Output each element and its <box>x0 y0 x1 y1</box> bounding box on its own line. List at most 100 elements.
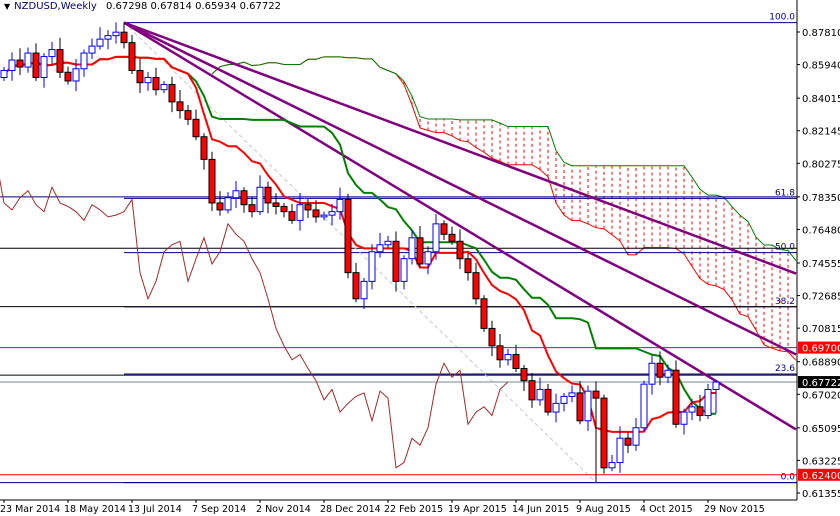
candle-body <box>688 406 696 413</box>
candle-body <box>344 198 352 274</box>
y-tick-label: 0.65095 <box>802 424 840 435</box>
bull-candle <box>632 417 640 451</box>
candle-body <box>600 397 608 469</box>
bear-candle <box>56 37 64 79</box>
bull-candle <box>144 71 152 91</box>
fib-level-label: 23.6 <box>775 364 795 374</box>
bull-candle <box>88 38 96 59</box>
bull-candle <box>256 175 264 216</box>
bear-candle <box>200 133 208 170</box>
candle-body <box>696 406 704 417</box>
y-tick-label: 0.70815 <box>802 324 840 335</box>
x-tick-label: 22 Feb 2015 <box>384 504 443 515</box>
bear-candle <box>392 231 400 292</box>
candle-body <box>16 59 24 68</box>
candle-body <box>200 136 208 160</box>
level-price-tag: 0.62400 <box>802 471 840 482</box>
candle-body <box>64 71 72 82</box>
candle-body <box>192 118 200 138</box>
candle-body <box>88 45 96 54</box>
candle-body <box>376 244 384 253</box>
bear-candle <box>216 191 224 216</box>
x-tick-label: 18 May 2014 <box>64 504 126 515</box>
bull-candle <box>616 426 624 473</box>
bear-candle <box>352 262 360 303</box>
candle-body <box>632 427 640 446</box>
x-tick-label: 14 Jun 2015 <box>512 504 569 515</box>
y-tick-label: 0.82145 <box>802 127 840 138</box>
x-tick-label: 19 Apr 2015 <box>448 504 507 515</box>
candle-body <box>0 70 8 78</box>
candle-body <box>160 83 168 91</box>
bear-candle <box>136 58 144 93</box>
candle-body <box>544 388 552 413</box>
candle-body <box>640 383 648 429</box>
candle-body <box>400 258 408 282</box>
candle-body <box>528 380 536 401</box>
bear-candle <box>480 295 488 332</box>
y-tick-label: 0.80275 <box>802 159 840 170</box>
price-chart[interactable]: 100.061.850.038.223.60.0 0.878100.859400… <box>0 0 840 516</box>
candle-body <box>120 31 128 44</box>
candle-body <box>456 240 464 260</box>
bear-candle <box>520 365 528 391</box>
bull-candle <box>160 80 168 94</box>
bull-candle <box>712 380 720 414</box>
candle-body <box>264 186 272 204</box>
y-tick-label: 0.61355 <box>802 489 840 500</box>
candle-body <box>440 223 448 235</box>
bull-candle <box>360 277 368 310</box>
candle-body <box>536 388 544 401</box>
bear-candle <box>152 67 160 96</box>
candle-body <box>136 70 144 84</box>
candle-body <box>72 68 80 82</box>
x-tick-label: 7 Sep 2014 <box>192 504 246 515</box>
candle-body <box>464 258 472 274</box>
bear-candle <box>464 253 472 281</box>
candle-body <box>560 395 568 404</box>
bear-candle <box>128 34 136 74</box>
bear-candle <box>488 320 496 357</box>
candle-body <box>232 190 240 199</box>
candle-body <box>672 369 680 425</box>
candle-body <box>56 49 64 73</box>
candle-body <box>168 83 176 103</box>
fib-level-label: 38.2 <box>775 297 795 307</box>
candle-body <box>256 186 264 213</box>
candle-body <box>24 52 32 68</box>
candle-body <box>104 35 112 40</box>
bull-candle <box>48 41 56 65</box>
x-tick-label: 2 Nov 2014 <box>256 504 311 515</box>
bull-candle <box>40 53 48 88</box>
candle-body <box>8 59 16 72</box>
candle-body <box>368 251 376 282</box>
candle-body <box>424 251 432 265</box>
bear-candle <box>672 360 680 428</box>
bull-candle <box>232 180 240 209</box>
candle-body <box>648 362 656 385</box>
candle-body <box>152 76 160 91</box>
candle-body <box>576 392 584 422</box>
bear-candle <box>512 344 520 372</box>
candle-body <box>448 233 456 242</box>
bull-candle <box>552 393 560 423</box>
bull-candle <box>640 380 648 432</box>
candle-body <box>608 462 616 469</box>
candle-body <box>384 240 392 246</box>
bear-candle <box>168 76 176 113</box>
candle-body <box>568 392 576 397</box>
fib-level-label: 50.0 <box>775 243 795 253</box>
candle-body <box>480 298 488 329</box>
x-tick-label: 23 Mar 2014 <box>0 504 60 515</box>
candle-body <box>96 38 104 47</box>
candle-body <box>312 209 320 218</box>
candle-body <box>304 204 312 211</box>
y-tick-label: 0.85940 <box>802 61 840 72</box>
bull-candle <box>568 385 576 403</box>
candle-body <box>504 354 512 361</box>
candle-body <box>208 158 216 204</box>
bull-candle <box>424 246 432 275</box>
bull-candle <box>104 30 112 50</box>
candle-body <box>328 211 336 216</box>
x-tick-label: 28 Dec 2014 <box>320 504 381 515</box>
